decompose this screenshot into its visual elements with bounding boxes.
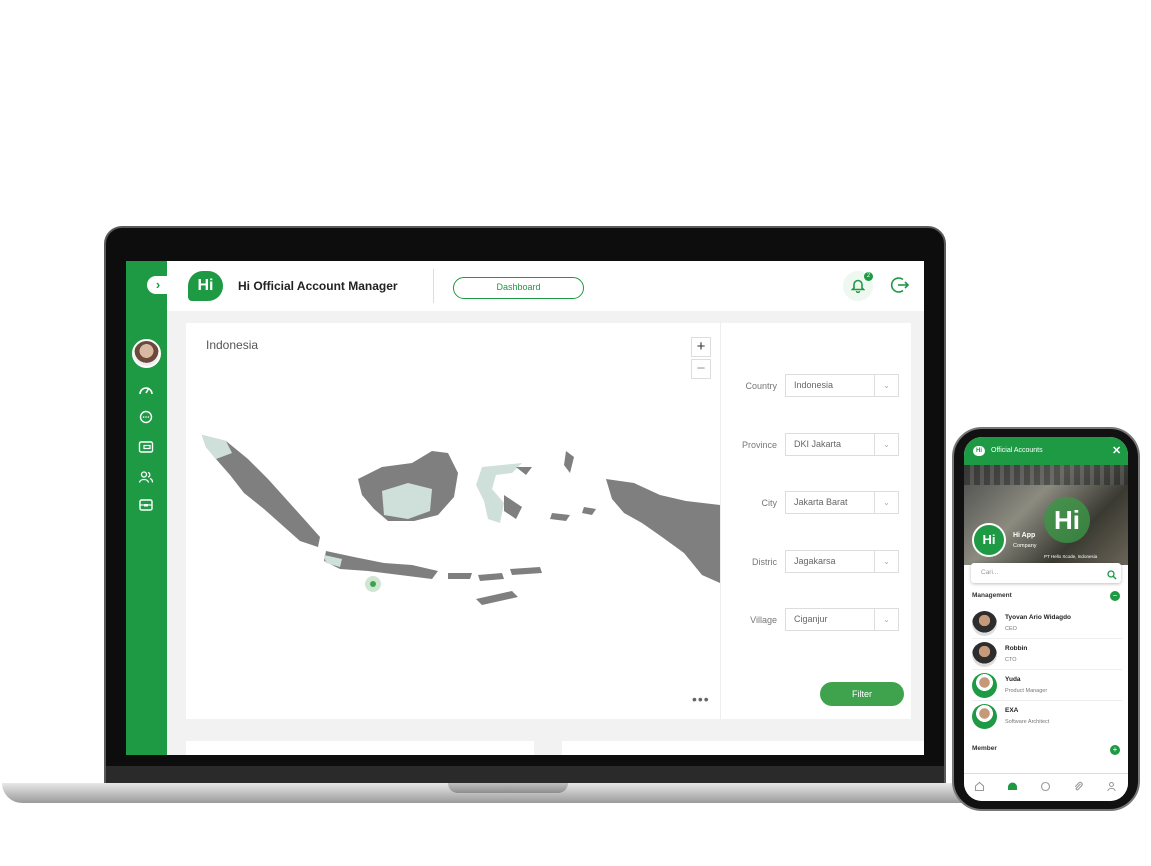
top-bar: Hi Hi Official Account Manager Dashboard…: [167, 261, 924, 311]
company-icon[interactable]: [1005, 781, 1019, 795]
chat-icon[interactable]: [137, 410, 155, 426]
app-name: Hi App: [1013, 532, 1036, 539]
city-value: Jakarta Barat: [794, 497, 848, 507]
logout-icon[interactable]: [889, 275, 911, 297]
laptop-notch: [448, 783, 568, 793]
mobile-app-screen: Hi Official Accounts ✕ Hi Hi Hi App Comp…: [964, 437, 1128, 801]
chevron-down-icon: ⌄: [874, 375, 898, 396]
province-value: DKI Jakarta: [794, 439, 842, 449]
cover-hi-sign: Hi: [1044, 497, 1090, 543]
avatar[interactable]: [132, 339, 161, 368]
region-sulawesi-tenggara[interactable]: [504, 467, 532, 519]
region-nusa-tenggara[interactable]: [448, 567, 542, 605]
wallet-icon[interactable]: [137, 440, 155, 456]
member-heading: Member: [972, 745, 997, 752]
app-type: Company: [1013, 543, 1037, 549]
chevron-down-icon: ⌄: [874, 551, 898, 572]
avatar: [972, 642, 997, 667]
city-select[interactable]: Jakarta Barat ⌄: [785, 491, 899, 514]
close-icon[interactable]: ✕: [1112, 444, 1121, 457]
search-input[interactable]: Cari...: [971, 563, 1121, 583]
notification-badge: 2: [864, 272, 873, 281]
mockup-stage: › Hi Hi Official Account Manager Dashboa…: [0, 0, 1151, 866]
bottom-nav: [964, 773, 1128, 801]
company-avatar[interactable]: Hi: [972, 523, 1006, 557]
search-icon[interactable]: [1107, 566, 1117, 583]
hi-logo-small: Hi: [973, 446, 985, 456]
member-role: Product Manager: [1005, 688, 1048, 694]
village-value: Ciganjur: [794, 614, 828, 624]
village-select[interactable]: Ciganjur ⌄: [785, 608, 899, 631]
filter-panel: Country Indonesia ⌄ Province DKI Jakarta…: [720, 323, 911, 719]
district-select[interactable]: Jagakarsa ⌄: [785, 550, 899, 573]
dashboard-button[interactable]: Dashboard: [453, 277, 584, 299]
region-papua[interactable]: [606, 479, 720, 583]
mobile-header: Hi Official Accounts ✕: [964, 437, 1128, 465]
app-location: PT Hello Xcode, Indonesia: [1044, 554, 1098, 559]
profile-icon[interactable]: [1104, 781, 1118, 795]
member-role: Software Architect: [1005, 719, 1050, 725]
inbox-icon[interactable]: [137, 498, 155, 514]
bottom-card-left: [186, 741, 534, 755]
divider: [433, 269, 434, 303]
hi-logo: Hi: [188, 271, 223, 301]
region-java[interactable]: [324, 551, 438, 579]
member-role: CEO: [1005, 626, 1017, 632]
cover-ceiling: [964, 465, 1128, 485]
page-title: Hi Official Account Manager: [238, 279, 398, 293]
home-icon[interactable]: [972, 781, 986, 795]
search-placeholder: Cari...: [981, 569, 999, 576]
list-item[interactable]: Robbin CTO: [972, 640, 1122, 670]
country-select[interactable]: Indonesia ⌄: [785, 374, 899, 397]
indonesia-map[interactable]: [186, 423, 720, 623]
chevron-down-icon: ⌄: [874, 492, 898, 513]
member-name: EXA: [1005, 707, 1019, 714]
zoom-out-button[interactable]: −: [691, 359, 711, 379]
list-item[interactable]: EXA Software Architect: [972, 702, 1122, 732]
country-value: Indonesia: [794, 380, 834, 390]
chevron-right-icon[interactable]: ›: [147, 276, 169, 294]
village-label: Village: [750, 615, 777, 625]
map-title: Indonesia: [206, 338, 259, 352]
country-label: Country: [745, 381, 777, 391]
laptop-hinge: [106, 766, 944, 784]
web-app-screen: › Hi Hi Official Account Manager Dashboa…: [126, 261, 924, 755]
member-role: CTO: [1005, 657, 1017, 663]
member-name: Tyovan Ario Widagdo: [1005, 614, 1072, 621]
attachment-icon[interactable]: [1071, 781, 1085, 795]
filter-button[interactable]: Filter: [820, 682, 904, 706]
chevron-down-icon: ⌄: [874, 609, 898, 630]
list-item[interactable]: Tyovan Ario Widagdo CEO: [972, 609, 1122, 639]
avatar: [972, 673, 997, 698]
district-label: Distric: [752, 557, 777, 567]
map-card: Indonesia + − •••: [186, 323, 720, 719]
mobile-header-title: Official Accounts: [991, 447, 1043, 454]
chevron-down-icon: ⌄: [874, 434, 898, 455]
district-value: Jagakarsa: [794, 556, 836, 566]
management-heading: Management: [972, 592, 1012, 599]
collapse-icon[interactable]: −: [1110, 591, 1120, 601]
member-name: Yuda: [1005, 676, 1021, 683]
chat-icon[interactable]: [1038, 781, 1052, 795]
bottom-card-right: [562, 741, 924, 755]
province-select[interactable]: DKI Jakarta ⌄: [785, 433, 899, 456]
zoom-in-button[interactable]: +: [691, 337, 711, 357]
city-label: City: [761, 498, 778, 508]
region-maluku[interactable]: [550, 451, 596, 521]
province-label: Province: [741, 440, 777, 450]
more-options-icon[interactable]: •••: [692, 691, 710, 707]
member-name: Robbin: [1005, 645, 1028, 652]
users-icon[interactable]: [137, 470, 155, 486]
avatar: [972, 704, 997, 729]
jakarta-marker[interactable]: [370, 581, 376, 587]
list-item[interactable]: Yuda Product Manager: [972, 671, 1122, 701]
expand-icon[interactable]: +: [1110, 745, 1120, 755]
speedometer-icon[interactable]: [137, 382, 155, 398]
sidebar: ›: [126, 261, 169, 755]
avatar: [972, 611, 997, 636]
